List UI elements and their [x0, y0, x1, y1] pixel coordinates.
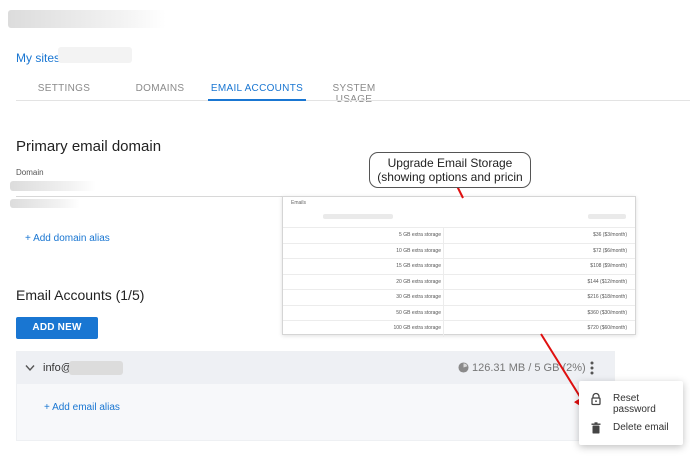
- callout-line-1: Upgrade Email Storage: [387, 156, 513, 170]
- menu-item-label: Reset password: [613, 393, 656, 415]
- menu-item-label: Delete email: [613, 422, 669, 433]
- callout-line-2: (showing options and pricin: [377, 170, 523, 184]
- menu-item-delete-email[interactable]: Delete email: [579, 414, 683, 442]
- account-options-menu: Reset password Delete email: [579, 381, 683, 445]
- menu-item-reset-password[interactable]: Reset password: [579, 385, 683, 415]
- lock-icon: [591, 392, 601, 406]
- annotation-callout: Upgrade Email Storage (showing options a…: [369, 152, 531, 188]
- trash-icon: [591, 422, 601, 434]
